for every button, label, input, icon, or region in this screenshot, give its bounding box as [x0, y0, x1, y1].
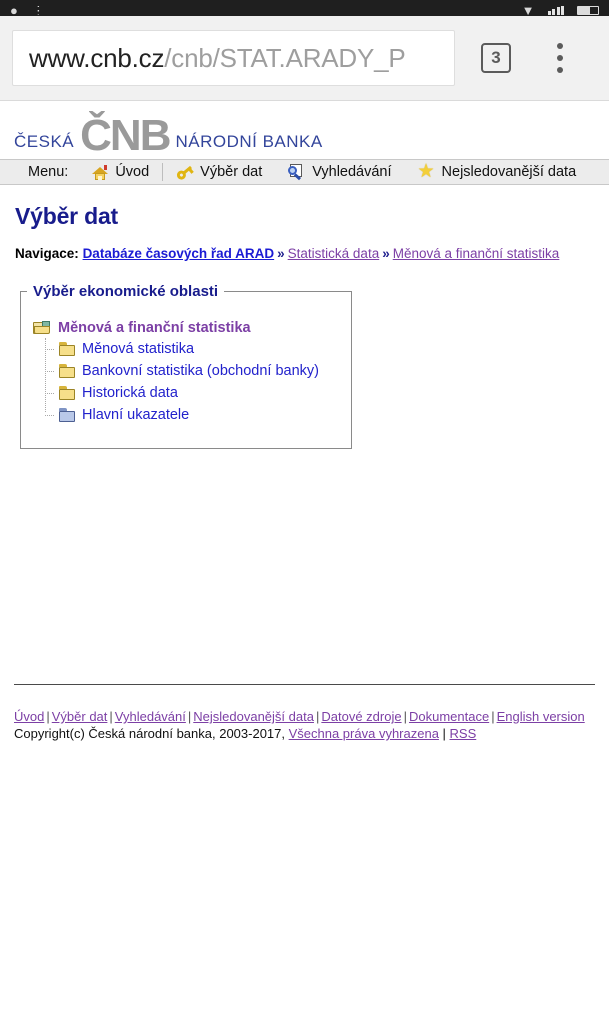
- footer-link-vsechna-prava-vyhrazena[interactable]: Všechna práva vyhrazena: [289, 726, 439, 741]
- menu-item-vyhledavani[interactable]: Vyhledávání: [275, 160, 404, 184]
- signal-bars-icon: [547, 6, 564, 15]
- footer-separator: |: [438, 726, 450, 741]
- tree-root-label: Měnová a finanční statistika: [58, 320, 251, 336]
- wifi-icon: ▼: [521, 6, 535, 15]
- logo-text-right: NÁRODNÍ BANKA: [175, 132, 323, 151]
- search-icon: [288, 164, 305, 180]
- folder-icon: [59, 364, 76, 378]
- info-icon: ⋮: [31, 6, 45, 15]
- battery-icon: [577, 6, 599, 15]
- android-status-bar: ● ⋮ ▼: [0, 0, 609, 16]
- folder-icon: [59, 342, 76, 356]
- camera-icon: ●: [10, 6, 18, 15]
- home-icon: [92, 164, 109, 180]
- menu-item-label: Výběr dat: [200, 164, 263, 180]
- menu-item-label: Nejsledovanější data: [441, 164, 577, 180]
- tree-item-menova-statistika[interactable]: Měnová statistika: [44, 338, 351, 360]
- footer-link-rss[interactable]: RSS: [450, 726, 477, 741]
- menu-item-vyber-dat[interactable]: Výběr dat: [163, 160, 275, 184]
- footer-separator: |: [403, 709, 407, 724]
- menu-item-label: Vyhledávání: [312, 164, 392, 180]
- tree-item-label: Bankovní statistika (obchodní banky): [82, 363, 319, 379]
- footer-divider: [14, 684, 595, 685]
- breadcrumb-label: Navigace:: [15, 246, 79, 261]
- footer-link-datove-zdroje[interactable]: Datové zdroje: [321, 709, 401, 724]
- economic-area-fieldset: Výběr ekonomické oblasti Měnová a finanč…: [20, 283, 352, 449]
- footer-link-uvod[interactable]: Úvod: [14, 709, 44, 724]
- cnb-logo[interactable]: ČESKÁ ČNB NÁRODNÍ BANKA: [0, 101, 609, 159]
- menu-item-label: Úvod: [115, 164, 150, 180]
- tree-item-hlavni-ukazatele[interactable]: Hlavní ukazatele: [44, 404, 351, 426]
- tab-switcher-button[interactable]: 3: [481, 43, 511, 73]
- page-footer: Úvod | Výběr dat | Vyhledávání | Nejsledovaněj…: [0, 684, 609, 743]
- folder-blue-icon: [59, 408, 76, 422]
- breadcrumb-separator: »: [382, 246, 390, 261]
- key-icon: [173, 161, 196, 183]
- url-path: /cnb/STAT.ARADY_P: [164, 42, 406, 73]
- logo-mark: ČNB: [80, 111, 171, 160]
- footer-separator: |: [491, 709, 495, 724]
- economic-area-legend: Výběr ekonomické oblasti: [33, 283, 219, 300]
- footer-links: Úvod | Výběr dat | Vyhledávání | Nejsledovaněj…: [14, 708, 595, 725]
- tree-item-label: Hlavní ukazatele: [82, 407, 190, 423]
- page-content: ČESKÁ ČNB NÁRODNÍ BANKA Menu: Úvod Výběr…: [0, 101, 609, 1023]
- overflow-menu-icon[interactable]: [543, 35, 577, 81]
- footer-link-dokumentace[interactable]: Dokumentace: [409, 709, 489, 724]
- folder-open-icon: [33, 321, 51, 335]
- tab-count-label: 3: [491, 48, 501, 67]
- menu-item-uvod[interactable]: Úvod: [79, 160, 162, 184]
- tree-root-menova-a-financni-statistika[interactable]: Měnová a finanční statistika: [31, 318, 351, 338]
- breadcrumb-link-statisticka-data[interactable]: Statistická data: [288, 246, 380, 261]
- footer-link-english-version[interactable]: English version: [497, 709, 585, 724]
- tree-item-label: Historická data: [82, 385, 178, 401]
- menu-item-nejsledovanejsi-data[interactable]: ★ Nejsledovanější data: [405, 160, 590, 184]
- tree-children: Měnová statistika Bankovní statistika (o…: [44, 338, 351, 426]
- footer-link-vyber-dat[interactable]: Výběr dat: [52, 709, 108, 724]
- page-title: Výběr dat: [15, 203, 119, 229]
- footer-copyright: Copyright(c) Česká národní banka, 2003-2…: [14, 725, 595, 743]
- tree-item-label: Měnová statistika: [82, 341, 195, 357]
- breadcrumb: Navigace: Databáze časových řad ARAD» Sta…: [0, 230, 609, 261]
- url-bar[interactable]: www.cnb.cz/cnb/STAT.ARADY_P: [12, 30, 455, 86]
- footer-link-vyhledavani[interactable]: Vyhledávání: [115, 709, 186, 724]
- breadcrumb-separator: »: [277, 246, 285, 261]
- breadcrumb-link-arad[interactable]: Databáze časových řad ARAD: [83, 246, 275, 261]
- menu-label: Menu:: [28, 164, 69, 180]
- url-text: www.cnb.cz/cnb/STAT.ARADY_P: [29, 43, 406, 74]
- footer-link-nejsledovanejsi-data[interactable]: Nejsledovanější data: [193, 709, 314, 724]
- status-bar-right-icons: ▼: [522, 6, 599, 15]
- copyright-text: Copyright(c) Česká národní banka, 2003-2…: [14, 726, 289, 741]
- main-menu-bar: Menu: Úvod Výběr dat Vyhledávání ★ Nejsl…: [0, 159, 609, 185]
- logo-text-left: ČESKÁ: [14, 132, 75, 151]
- folder-icon: [59, 386, 76, 400]
- browser-toolbar: www.cnb.cz/cnb/STAT.ARADY_P 3: [0, 16, 609, 101]
- star-icon: ★: [417, 161, 435, 182]
- status-bar-left-icons: ● ⋮: [10, 6, 45, 15]
- breadcrumb-link-menova-a-financni-statistika[interactable]: Měnová a finanční statistika: [393, 246, 560, 261]
- economic-area-tree: Měnová a finanční statistika Měnová stat…: [21, 314, 351, 426]
- footer-separator: |: [109, 709, 113, 724]
- url-host: www.cnb.cz: [29, 42, 165, 73]
- footer-separator: |: [46, 709, 50, 724]
- tree-item-historicka-data[interactable]: Historická data: [44, 382, 351, 404]
- tree-item-bankovni-statistika[interactable]: Bankovní statistika (obchodní banky): [44, 360, 351, 382]
